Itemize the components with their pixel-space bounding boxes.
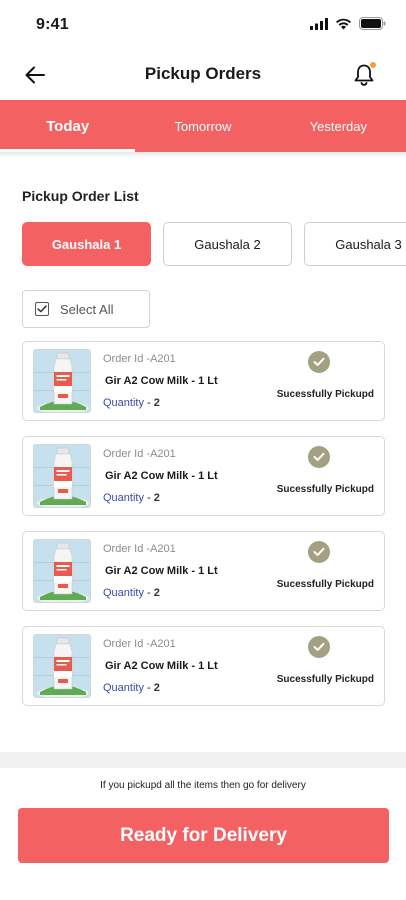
milk-bottle-image bbox=[34, 445, 90, 507]
order-quantity: Quantity - 2 bbox=[103, 682, 160, 694]
product-image bbox=[33, 444, 91, 508]
delivery-hint: If you pickupd all the items then go for… bbox=[100, 780, 306, 791]
wifi-icon bbox=[336, 18, 351, 29]
ready-for-delivery-button[interactable]: Ready for Delivery bbox=[18, 808, 389, 863]
tab-today[interactable]: Today bbox=[0, 100, 136, 152]
quantity-value: 2 bbox=[153, 587, 160, 599]
quantity-label: Quantity bbox=[103, 492, 144, 504]
product-name: Gir A2 Cow Milk - 1 Lt bbox=[105, 375, 218, 387]
quantity-value: 2 bbox=[153, 682, 160, 694]
product-image bbox=[33, 349, 91, 413]
product-image bbox=[33, 634, 91, 698]
quantity-value: 2 bbox=[153, 492, 160, 504]
gaushala-chip-1[interactable]: Gaushala 1 bbox=[22, 222, 151, 266]
select-all-button[interactable]: Select All bbox=[22, 290, 150, 328]
cellular-signal-icon bbox=[310, 17, 328, 30]
order-quantity: Quantity - 2 bbox=[103, 492, 160, 504]
section-title: Pickup Order List bbox=[22, 188, 139, 204]
order-id: Order Id -A201 bbox=[103, 638, 176, 650]
status-bar: 9:41 bbox=[0, 0, 406, 48]
footer-divider bbox=[0, 752, 406, 768]
status-time: 9:41 bbox=[36, 16, 69, 33]
day-tabs: Today Tomorrow Yesterday bbox=[0, 100, 406, 152]
product-name: Gir A2 Cow Milk - 1 Lt bbox=[105, 565, 218, 577]
pickup-status-check bbox=[308, 351, 330, 373]
pickup-status-text: Sucessfully Pickupd bbox=[276, 674, 374, 685]
order-card[interactable]: Order Id -A201 Gir A2 Cow Milk - 1 Lt Qu… bbox=[22, 436, 385, 516]
select-all-checkbox[interactable] bbox=[35, 302, 49, 316]
pickup-status-check bbox=[308, 541, 330, 563]
quantity-label: Quantity bbox=[103, 587, 144, 599]
order-quantity: Quantity - 2 bbox=[103, 397, 160, 409]
gaushala-chip-2[interactable]: Gaushala 2 bbox=[163, 222, 292, 266]
quantity-separator: - bbox=[143, 587, 154, 599]
tabs-shadow bbox=[0, 152, 406, 158]
pickup-status-text: Sucessfully Pickupd bbox=[276, 389, 374, 400]
battery-icon bbox=[359, 17, 386, 30]
pickup-status-text: Sucessfully Pickupd bbox=[276, 579, 374, 590]
pickup-status-text: Sucessfully Pickupd bbox=[276, 484, 374, 495]
pickup-status-check bbox=[308, 446, 330, 468]
quantity-label: Quantity bbox=[103, 397, 144, 409]
tab-tomorrow[interactable]: Tomorrow bbox=[135, 100, 270, 152]
order-id: Order Id -A201 bbox=[103, 448, 176, 460]
page-title: Pickup Orders bbox=[144, 64, 262, 83]
quantity-separator: - bbox=[143, 492, 154, 504]
gaushala-selector: Gaushala 1 Gaushala 2 Gaushala 3 bbox=[22, 222, 406, 266]
quantity-separator: - bbox=[143, 397, 154, 409]
checkmark-icon bbox=[37, 305, 47, 313]
check-circle-icon bbox=[313, 357, 325, 366]
app-header: Pickup Orders bbox=[0, 52, 406, 98]
quantity-separator: - bbox=[143, 682, 154, 694]
select-all-label: Select All bbox=[60, 301, 114, 317]
status-icons bbox=[310, 17, 386, 30]
app-screen: 9:41 Pickup Orders Today Tomorrow Yester… bbox=[0, 0, 406, 900]
order-card[interactable]: Order Id -A201 Gir A2 Cow Milk - 1 Lt Qu… bbox=[22, 531, 385, 611]
milk-bottle-image bbox=[34, 635, 90, 697]
home-indicator-area bbox=[0, 880, 406, 900]
product-image bbox=[33, 539, 91, 603]
check-circle-icon bbox=[313, 547, 325, 556]
milk-bottle-image bbox=[34, 540, 90, 602]
product-name: Gir A2 Cow Milk - 1 Lt bbox=[105, 470, 218, 482]
notification-dot bbox=[370, 62, 376, 68]
order-id: Order Id -A201 bbox=[103, 353, 176, 365]
milk-bottle-image bbox=[34, 350, 90, 412]
quantity-value: 2 bbox=[153, 397, 160, 409]
check-circle-icon bbox=[313, 452, 325, 461]
order-card[interactable]: Order Id -A201 Gir A2 Cow Milk - 1 Lt Qu… bbox=[22, 341, 385, 421]
notifications-button[interactable] bbox=[352, 60, 378, 88]
pickup-status-check bbox=[308, 636, 330, 658]
order-card[interactable]: Order Id -A201 Gir A2 Cow Milk - 1 Lt Qu… bbox=[22, 626, 385, 706]
check-circle-icon bbox=[313, 642, 325, 651]
tab-yesterday[interactable]: Yesterday bbox=[271, 100, 406, 152]
order-id: Order Id -A201 bbox=[103, 543, 176, 555]
order-quantity: Quantity - 2 bbox=[103, 587, 160, 599]
gaushala-chip-3[interactable]: Gaushala 3 bbox=[304, 222, 406, 266]
product-name: Gir A2 Cow Milk - 1 Lt bbox=[105, 660, 218, 672]
quantity-label: Quantity bbox=[103, 682, 144, 694]
